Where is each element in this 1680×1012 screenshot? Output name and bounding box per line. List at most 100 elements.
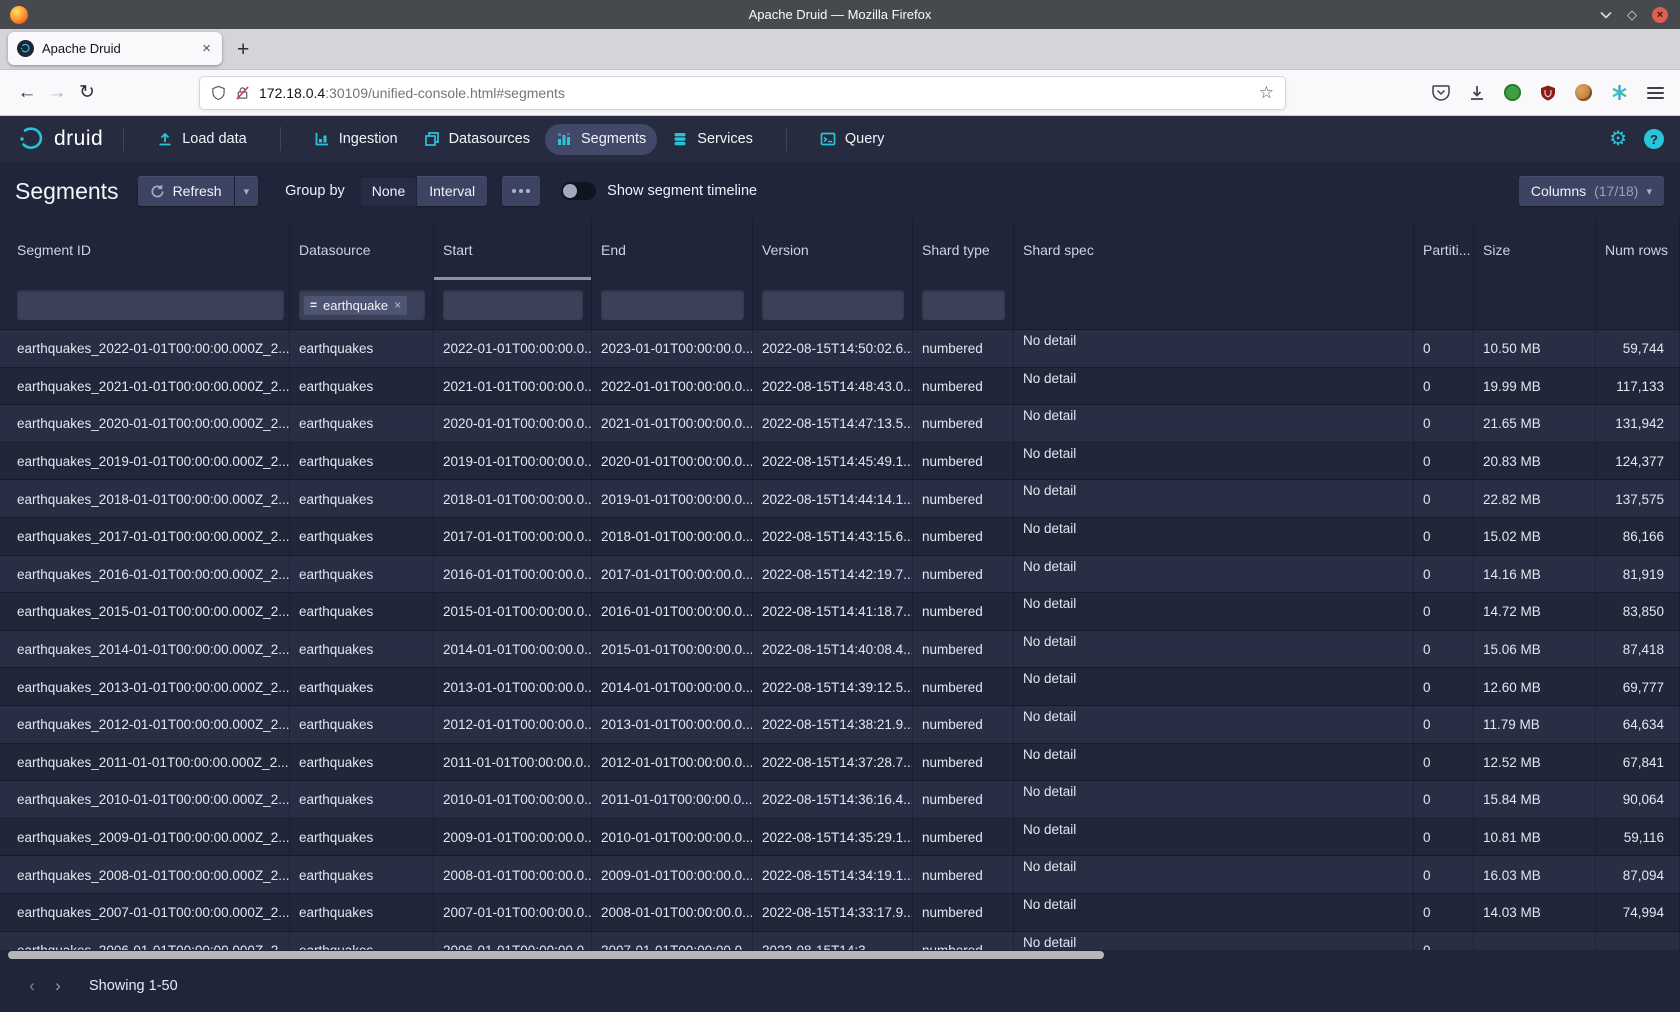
cookie-extension-icon[interactable] bbox=[1575, 84, 1592, 101]
column-header-size[interactable]: Size bbox=[1474, 220, 1596, 280]
horizontal-scrollbar[interactable] bbox=[8, 951, 1104, 959]
insecure-lock-icon[interactable] bbox=[235, 85, 250, 101]
table-row[interactable]: earthquakes_2009-01-01T00:00:00.000Z_2..… bbox=[0, 819, 1680, 857]
cell-segment-id[interactable]: earthquakes_2017-01-01T00:00:00.000Z_2..… bbox=[0, 518, 290, 556]
cell-segment-id[interactable]: earthquakes_2006-01-01T00:00:00.000Z_2..… bbox=[0, 932, 290, 951]
new-tab-button[interactable]: + bbox=[237, 39, 249, 60]
cell-shard-spec: No detail bbox=[1014, 932, 1414, 951]
cell-segment-id[interactable]: earthquakes_2020-01-01T00:00:00.000Z_2..… bbox=[0, 405, 290, 443]
table-row[interactable]: earthquakes_2008-01-01T00:00:00.000Z_2..… bbox=[0, 856, 1680, 894]
nav-item-datasources[interactable]: Datasources bbox=[413, 124, 541, 155]
cell-segment-id[interactable]: earthquakes_2008-01-01T00:00:00.000Z_2..… bbox=[0, 856, 290, 894]
url-bar[interactable]: 172.18.0.4:30109/unified-console.html#se… bbox=[200, 77, 1285, 109]
column-header-end[interactable]: End bbox=[592, 220, 753, 280]
cell-segment-id[interactable]: earthquakes_2021-01-01T00:00:00.000Z_2..… bbox=[0, 368, 290, 406]
bookmark-star-icon[interactable]: ☆ bbox=[1259, 83, 1274, 103]
table-row[interactable]: earthquakes_2022-01-01T00:00:00.000Z_2..… bbox=[0, 330, 1680, 368]
table-row[interactable]: earthquakes_2018-01-01T00:00:00.000Z_2..… bbox=[0, 480, 1680, 518]
cell-datasource: earthquakes bbox=[290, 706, 434, 744]
menu-icon[interactable] bbox=[1647, 84, 1664, 102]
column-header-segment-id[interactable]: Segment ID bbox=[0, 220, 290, 280]
table-row[interactable]: earthquakes_2021-01-01T00:00:00.000Z_2..… bbox=[0, 368, 1680, 406]
previous-page-button[interactable]: ‹ bbox=[19, 976, 45, 996]
extension-privacy-icon[interactable] bbox=[1504, 84, 1521, 101]
column-header-shard-type[interactable]: Shard type bbox=[913, 220, 1014, 280]
table-row[interactable]: earthquakes_2011-01-01T00:00:00.000Z_2..… bbox=[0, 744, 1680, 782]
cell-segment-id[interactable]: earthquakes_2019-01-01T00:00:00.000Z_2..… bbox=[0, 443, 290, 481]
cell-segment-id[interactable]: earthquakes_2013-01-01T00:00:00.000Z_2..… bbox=[0, 668, 290, 706]
table-row[interactable]: earthquakes_2016-01-01T00:00:00.000Z_2..… bbox=[0, 556, 1680, 594]
filter-input-shard-type[interactable] bbox=[922, 290, 1005, 320]
column-header-version[interactable]: Version bbox=[753, 220, 913, 280]
cell-segment-id[interactable]: earthquakes_2015-01-01T00:00:00.000Z_2..… bbox=[0, 593, 290, 631]
window-close-button[interactable]: × bbox=[1652, 7, 1668, 23]
column-header-start[interactable]: Start bbox=[434, 220, 592, 280]
filter-input-end[interactable] bbox=[601, 290, 744, 320]
help-icon[interactable]: ? bbox=[1644, 129, 1664, 149]
more-options-button[interactable] bbox=[502, 176, 540, 206]
tab-apache-druid[interactable]: Apache Druid × bbox=[8, 32, 222, 65]
cell-segment-id[interactable]: earthquakes_2014-01-01T00:00:00.000Z_2..… bbox=[0, 631, 290, 669]
cell-segment-id[interactable]: earthquakes_2022-01-01T00:00:00.000Z_2..… bbox=[0, 330, 290, 368]
cell-version: 2022-08-15T14:40:08.4... bbox=[753, 631, 913, 669]
filter-input-datasource[interactable]: = earthquake × bbox=[299, 290, 425, 320]
reload-button[interactable]: ↻ bbox=[72, 81, 102, 104]
filter-input-segment-id[interactable] bbox=[17, 290, 284, 320]
cell-segment-id[interactable]: earthquakes_2011-01-01T00:00:00.000Z_2..… bbox=[0, 744, 290, 782]
downloads-icon[interactable] bbox=[1469, 85, 1485, 101]
column-header-shard-spec[interactable]: Shard spec bbox=[1014, 220, 1414, 280]
next-page-button[interactable]: › bbox=[45, 976, 71, 996]
cell-segment-id[interactable]: earthquakes_2016-01-01T00:00:00.000Z_2..… bbox=[0, 556, 290, 594]
columns-button[interactable]: Columns (17/18) ▾ bbox=[1519, 176, 1664, 206]
query-icon bbox=[820, 131, 836, 147]
settings-gear-icon[interactable]: ⚙ bbox=[1609, 129, 1627, 149]
cell-segment-id[interactable]: earthquakes_2012-01-01T00:00:00.000Z_2..… bbox=[0, 706, 290, 744]
nav-item-load-data[interactable]: Load data bbox=[146, 124, 258, 155]
remove-tag-icon[interactable]: × bbox=[394, 299, 401, 311]
tab-close-icon[interactable]: × bbox=[200, 40, 213, 57]
refresh-button[interactable]: Refresh bbox=[138, 176, 234, 206]
window-maximize-icon[interactable]: ◇ bbox=[1627, 8, 1637, 21]
table-row[interactable]: earthquakes_2010-01-01T00:00:00.000Z_2..… bbox=[0, 781, 1680, 819]
column-header-datasource[interactable]: Datasource bbox=[290, 220, 434, 280]
nav-item-query[interactable]: Query bbox=[809, 124, 896, 155]
table-row[interactable]: earthquakes_2020-01-01T00:00:00.000Z_2..… bbox=[0, 405, 1680, 443]
table-row[interactable]: earthquakes_2006-01-01T00:00:00.000Z_2..… bbox=[0, 932, 1680, 951]
group-by-none-button[interactable]: None bbox=[360, 176, 417, 206]
table-row[interactable]: earthquakes_2012-01-01T00:00:00.000Z_2..… bbox=[0, 706, 1680, 744]
cell-version: 2022-08-15T14:33:17.9... bbox=[753, 894, 913, 932]
forward-button: → bbox=[42, 82, 72, 104]
table-row[interactable]: earthquakes_2019-01-01T00:00:00.000Z_2..… bbox=[0, 443, 1680, 481]
cell-start: 2010-01-01T00:00:00.0... bbox=[434, 781, 592, 819]
pinwheel-extension-icon[interactable] bbox=[1611, 84, 1628, 101]
url-text[interactable]: 172.18.0.4:30109/unified-console.html#se… bbox=[259, 85, 1259, 101]
window-minimize-icon[interactable] bbox=[1600, 11, 1612, 19]
column-header-partition[interactable]: Partiti... bbox=[1414, 220, 1474, 280]
refresh-options-button[interactable]: ▾ bbox=[235, 176, 259, 206]
segment-timeline-toggle[interactable] bbox=[561, 182, 596, 200]
cell-size: 15.06 MB bbox=[1474, 631, 1596, 669]
group-by-interval-button[interactable]: Interval bbox=[417, 176, 487, 206]
table-row[interactable]: earthquakes_2017-01-01T00:00:00.000Z_2..… bbox=[0, 518, 1680, 556]
ublock-origin-icon[interactable] bbox=[1540, 85, 1556, 101]
table-row[interactable]: earthquakes_2014-01-01T00:00:00.000Z_2..… bbox=[0, 631, 1680, 669]
back-button[interactable]: ← bbox=[12, 82, 42, 104]
druid-logo[interactable]: druid bbox=[17, 124, 103, 154]
ingestion-icon bbox=[314, 131, 330, 147]
datasource-filter-tag[interactable]: = earthquake × bbox=[304, 296, 407, 315]
pocket-icon[interactable] bbox=[1432, 84, 1450, 101]
table-row[interactable]: earthquakes_2015-01-01T00:00:00.000Z_2..… bbox=[0, 593, 1680, 631]
cell-segment-id[interactable]: earthquakes_2010-01-01T00:00:00.000Z_2..… bbox=[0, 781, 290, 819]
nav-item-services[interactable]: Services bbox=[661, 124, 764, 155]
filter-input-version[interactable] bbox=[762, 290, 904, 320]
column-header-num-rows[interactable]: Num rows bbox=[1596, 220, 1680, 280]
filter-input-start[interactable] bbox=[443, 290, 583, 320]
table-row[interactable]: earthquakes_2007-01-01T00:00:00.000Z_2..… bbox=[0, 894, 1680, 932]
cell-segment-id[interactable]: earthquakes_2009-01-01T00:00:00.000Z_2..… bbox=[0, 819, 290, 857]
nav-item-ingestion[interactable]: Ingestion bbox=[303, 124, 409, 155]
cell-segment-id[interactable]: earthquakes_2018-01-01T00:00:00.000Z_2..… bbox=[0, 480, 290, 518]
nav-item-segments[interactable]: Segments bbox=[545, 124, 657, 155]
tracking-shield-icon[interactable] bbox=[211, 85, 226, 101]
cell-segment-id[interactable]: earthquakes_2007-01-01T00:00:00.000Z_2..… bbox=[0, 894, 290, 932]
table-row[interactable]: earthquakes_2013-01-01T00:00:00.000Z_2..… bbox=[0, 668, 1680, 706]
